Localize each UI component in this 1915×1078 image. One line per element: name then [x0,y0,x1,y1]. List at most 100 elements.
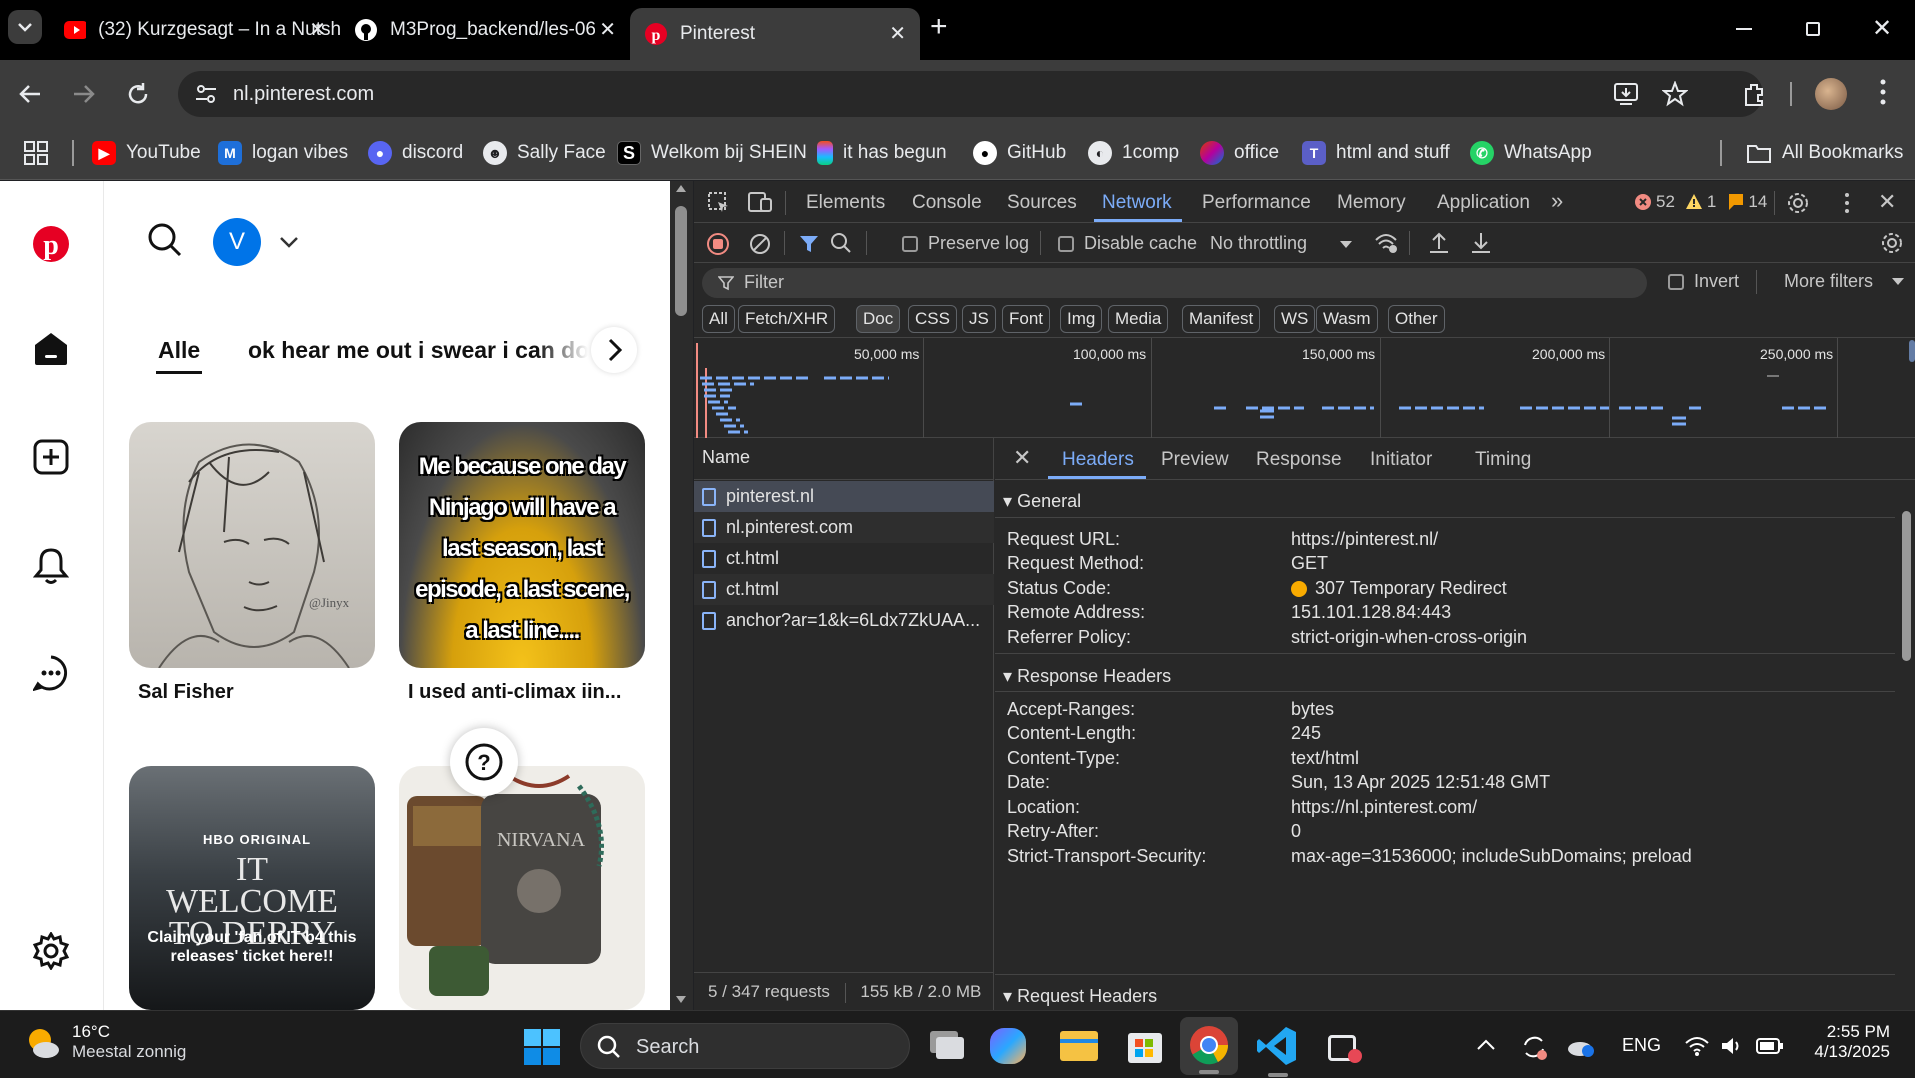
request-row[interactable]: anchor?ar=1&k=6Ldx7ZkUAA... [694,605,994,636]
pin-card[interactable]: Me because one day Ninjago will have a l… [399,422,645,668]
filter-input[interactable]: Filter [702,268,1647,298]
search-icon[interactable] [830,232,852,254]
back-arrow-icon[interactable] [16,80,44,108]
type-filter-ws[interactable]: WS [1274,305,1316,333]
network-settings-icon[interactable] [1880,231,1904,255]
tab-github[interactable]: M3Prog_backend/les-06-getpo ✕ [340,8,630,52]
export-har-icon[interactable] [1470,231,1492,255]
chevron-up-icon[interactable] [1476,1037,1496,1051]
scrollbar-up-arrow[interactable] [676,185,686,192]
settings-gear-icon[interactable] [1786,191,1810,215]
tab-headers[interactable]: Headers [1062,449,1134,471]
weather-widget[interactable]: 16°C Meestal zonnig [22,1022,186,1062]
chevron-down-icon[interactable] [279,235,299,249]
type-filter-media[interactable]: Media [1108,305,1169,333]
tab-board[interactable]: ok hear me out i swear i can do [248,337,588,364]
apps-grid-icon[interactable] [24,141,48,165]
extensions-icon[interactable] [1740,81,1768,109]
tab-search-button[interactable] [8,10,42,44]
request-headers-toggle[interactable]: ▾ Request Headers [1003,986,1157,1007]
microsoft-store-icon[interactable] [1124,1025,1166,1067]
bookmark-github[interactable]: ● GitHub [973,138,1066,168]
notifications-bell-icon[interactable] [33,547,69,585]
close-icon[interactable]: ✕ [309,17,326,42]
bookmark-sally-face[interactable]: ☻ Sally Face [483,138,606,168]
sync-icon[interactable] [1520,1033,1548,1061]
copilot-icon[interactable] [990,1028,1026,1064]
type-filter-wasm[interactable]: Wasm [1316,305,1378,333]
request-row[interactable]: ct.html [694,574,994,605]
network-overview-timeline[interactable]: 50,000 ms 100,000 ms 150,000 ms 200,000 … [694,338,1915,438]
scroll-right-button[interactable] [591,327,637,373]
home-icon[interactable] [33,331,69,367]
timeline-range-handle[interactable] [1909,340,1915,362]
type-filter-doc[interactable]: Doc [856,305,901,333]
tab-network[interactable]: Network [1102,192,1172,214]
create-icon[interactable] [33,439,69,475]
star-icon[interactable] [1662,81,1688,107]
pin-card[interactable]: NIRVANA [399,766,645,1010]
tab-initiator[interactable]: Initiator [1370,449,1432,471]
bookmark-youtube[interactable]: ▶ YouTube [92,138,201,168]
more-filters-dropdown[interactable]: More filters [1784,271,1909,292]
type-filter-img[interactable]: Img [1060,305,1103,333]
tab-console[interactable]: Console [912,192,982,214]
user-avatar[interactable]: V [213,218,261,266]
tab-preview[interactable]: Preview [1161,449,1229,471]
windows-start-icon[interactable] [524,1029,560,1065]
install-app-icon[interactable] [1614,82,1640,106]
forward-arrow-icon[interactable] [70,80,98,108]
tab-timing[interactable]: Timing [1475,449,1531,471]
type-filter-css[interactable]: CSS [908,305,957,333]
bookmark-logan-vibes[interactable]: Mlogan vibes [218,138,348,168]
error-count-badge[interactable]: 52 1 14 [1634,192,1767,212]
new-tab-button[interactable]: + [930,10,948,44]
filter-funnel-icon[interactable] [798,233,820,255]
tab-pinterest[interactable]: p Pinterest ✕ [630,8,920,60]
menu-kebab-icon[interactable] [1880,78,1886,106]
device-toolbar-icon[interactable] [748,191,772,213]
network-conditions-icon[interactable] [1374,232,1398,254]
pin-card[interactable]: @Jinyx [129,422,375,668]
task-view-icon[interactable] [926,1025,968,1067]
bookmark-1comp[interactable]: ◐ 1comp [1088,138,1179,168]
clock[interactable]: 2:55 PM 4/13/2025 [1800,1022,1890,1062]
response-headers-toggle[interactable]: ▾ Response Headers [1003,666,1171,687]
bookmark-it-has-begun[interactable]: it has begun [817,138,947,168]
bookmark-discord[interactable]: ● discord [368,138,463,168]
profile-avatar[interactable] [1815,78,1847,110]
pinterest-logo-icon[interactable]: p [32,225,70,263]
bookmark-office[interactable]: office [1200,138,1279,168]
more-options-icon[interactable] [1844,191,1850,215]
scrollbar-thumb[interactable] [1902,511,1911,661]
close-details-icon[interactable]: ✕ [1013,445,1031,471]
clear-icon[interactable] [749,233,771,255]
settings-gear-icon[interactable] [32,932,70,970]
close-icon[interactable]: ✕ [599,17,616,42]
type-filter-other[interactable]: Other [1388,305,1445,333]
request-row[interactable]: ct.html [694,543,994,574]
reload-icon[interactable] [124,80,152,108]
close-window-button[interactable]: ✕ [1872,14,1892,43]
general-section-toggle[interactable]: ▾ General [1003,491,1081,512]
vscode-icon[interactable] [1256,1025,1298,1067]
close-devtools-icon[interactable]: ✕ [1878,189,1896,215]
tab-sources[interactable]: Sources [1007,192,1077,214]
scrollbar-thumb[interactable] [675,206,687,316]
snipping-tool-icon[interactable] [1324,1025,1366,1067]
type-filter-font[interactable]: Font [1002,305,1051,333]
inspect-element-icon[interactable] [708,192,730,214]
pin-card[interactable]: HBO ORIGINAL IT WELCOME TO DERRY Claim y… [129,766,375,1010]
volume-icon[interactable] [1720,1035,1744,1057]
chrome-taskbar-button[interactable] [1180,1017,1238,1075]
type-filter-js[interactable]: JS [962,305,996,333]
tab-application[interactable]: Application [1437,192,1530,214]
input-language[interactable]: ENG [1622,1035,1661,1056]
page-scrollbar[interactable] [670,181,693,1010]
type-filter-manifest[interactable]: Manifest [1182,305,1261,333]
request-row[interactable]: pinterest.nl [694,481,994,512]
bookmark-whatsapp[interactable]: ✆ WhatsApp [1470,138,1592,168]
tab-all[interactable]: Alle [156,337,202,374]
name-column-header[interactable]: Name [694,438,993,480]
throttling-select[interactable]: No throttling [1210,233,1360,254]
